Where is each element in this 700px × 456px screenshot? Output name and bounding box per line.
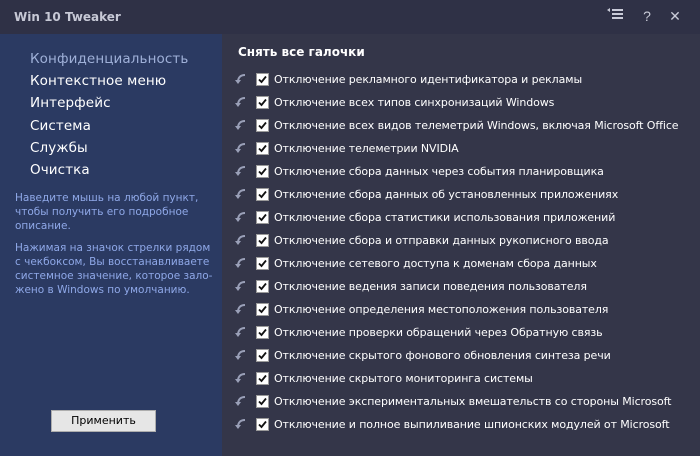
- tweak-checkbox[interactable]: [256, 326, 269, 339]
- list-item: Отключение сбора и отправки данных рукоп…: [234, 232, 694, 250]
- restore-default-icon[interactable]: [234, 302, 248, 316]
- list-item: Отключение всех типов синхронизаций Wind…: [234, 94, 694, 112]
- tweak-checkbox[interactable]: [256, 165, 269, 178]
- restore-default-icon[interactable]: [234, 72, 248, 86]
- restore-default-icon[interactable]: [234, 95, 248, 109]
- list-item: Отключение ведения записи поведения поль…: [234, 278, 694, 296]
- list-item: Отключение экспериментальных вмешательст…: [234, 393, 694, 411]
- sidebar-item-services[interactable]: Службы: [30, 140, 88, 156]
- tweak-checkbox[interactable]: [256, 395, 269, 408]
- tweak-label: Отключение ведения записи поведения поль…: [274, 280, 587, 293]
- sidebar-item-privacy[interactable]: Конфиденциальность: [30, 51, 188, 67]
- tweak-label: Отключение экспериментальных вмешательст…: [274, 395, 672, 408]
- list-item: Отключение рекламного идентификатора и р…: [234, 71, 694, 89]
- hint-restore: Нажимая на значок стрелки рядом с чекбок…: [15, 242, 213, 296]
- tweak-label: Отключение сетевого доступа к доменам сб…: [274, 257, 597, 270]
- apply-button[interactable]: Применить: [51, 410, 156, 432]
- restore-default-icon[interactable]: [234, 279, 248, 293]
- tweak-label: Отключение сбора данных об установленных…: [274, 188, 619, 201]
- restore-default-icon[interactable]: [234, 164, 248, 178]
- restore-default-icon[interactable]: [234, 187, 248, 201]
- tweak-label: Отключение сбора статистики использовани…: [274, 211, 616, 224]
- list-item: Отключение сетевого доступа к доменам сб…: [234, 255, 694, 273]
- tweak-label: Отключение всех типов синхронизаций Wind…: [274, 96, 555, 109]
- tweak-checkbox[interactable]: [256, 257, 269, 270]
- tweak-checkbox[interactable]: [256, 349, 269, 362]
- list-item: Отключение скрытого фонового обновления …: [234, 347, 694, 365]
- tweak-checkbox[interactable]: [256, 303, 269, 316]
- restore-default-icon[interactable]: [234, 417, 248, 431]
- main-panel: Снять все галочки Отключение рекламного …: [222, 34, 700, 456]
- tweak-label: Отключение скрытого мониторинга системы: [274, 372, 533, 385]
- tweak-label: Отключение проверки обращений через Обра…: [274, 326, 603, 339]
- tweak-label: Отключение сбора данных через события пл…: [274, 165, 604, 178]
- sidebar-item-system[interactable]: Система: [30, 118, 91, 134]
- list-item: Отключение и полное выпиливание шпионски…: [234, 416, 694, 434]
- title-bar: Win 10 Tweaker ? ✕: [0, 0, 700, 34]
- restore-default-icon[interactable]: [234, 210, 248, 224]
- tweak-checkbox[interactable]: [256, 142, 269, 155]
- sidebar-item-interface[interactable]: Интерфейс: [30, 95, 111, 111]
- list-item: Отключение определения местоположения по…: [234, 301, 694, 319]
- tweak-label: Отключение скрытого фонового обновления …: [274, 349, 611, 362]
- tweak-checkbox[interactable]: [256, 211, 269, 224]
- sidebar-item-context-menu[interactable]: Контекстное меню: [30, 73, 166, 89]
- help-icon[interactable]: ?: [636, 6, 658, 26]
- tweak-checkbox[interactable]: [256, 119, 269, 132]
- tweak-checkbox[interactable]: [256, 188, 269, 201]
- restore-default-icon[interactable]: [234, 256, 248, 270]
- sidebar: Конфиденциальность Контекстное меню Инте…: [0, 34, 222, 456]
- restore-default-icon[interactable]: [234, 141, 248, 155]
- tweak-checkbox[interactable]: [256, 234, 269, 247]
- tweak-label: Отключение и полное выпиливание шпионски…: [274, 418, 670, 431]
- tweak-checkbox[interactable]: [256, 418, 269, 431]
- tweak-checkbox[interactable]: [256, 372, 269, 385]
- tweak-label: Отключение телеметрии NVIDIA: [274, 142, 459, 155]
- list-item: Отключение сбора данных об установленных…: [234, 186, 694, 204]
- list-item: Отключение всех видов телеметрий Windows…: [234, 117, 694, 135]
- list-item: Отключение скрытого мониторинга системы: [234, 370, 694, 388]
- tweak-label: Отключение определения местоположения по…: [274, 303, 609, 316]
- list-item: Отключение сбора статистики использовани…: [234, 209, 694, 227]
- restore-default-icon[interactable]: [234, 118, 248, 132]
- restore-default-icon[interactable]: [234, 325, 248, 339]
- tweak-checkbox[interactable]: [256, 96, 269, 109]
- app-title: Win 10 Tweaker: [14, 10, 121, 24]
- list-item: Отключение проверки обращений через Обра…: [234, 324, 694, 342]
- tweak-label: Отключение сбора и отправки данных рукоп…: [274, 234, 609, 247]
- sidebar-item-cleanup[interactable]: Очистка: [30, 162, 90, 178]
- tweak-checkbox[interactable]: [256, 280, 269, 293]
- list-item: Отключение телеметрии NVIDIA: [234, 140, 694, 158]
- tweak-checkbox[interactable]: [256, 73, 269, 86]
- menu-icon[interactable]: [604, 6, 626, 26]
- restore-default-icon[interactable]: [234, 371, 248, 385]
- close-icon[interactable]: ✕: [664, 6, 686, 26]
- tweak-label: Отключение рекламного идентификатора и р…: [274, 73, 583, 86]
- tweak-label: Отключение всех видов телеметрий Windows…: [274, 119, 679, 132]
- list-item: Отключение сбора данных через события пл…: [234, 163, 694, 181]
- restore-default-icon[interactable]: [234, 233, 248, 247]
- hint-description: Наведите мышь на любой пункт, чтобы полу…: [15, 192, 199, 232]
- restore-default-icon[interactable]: [234, 348, 248, 362]
- uncheck-all-link[interactable]: Снять все галочки: [238, 45, 365, 59]
- restore-default-icon[interactable]: [234, 394, 248, 408]
